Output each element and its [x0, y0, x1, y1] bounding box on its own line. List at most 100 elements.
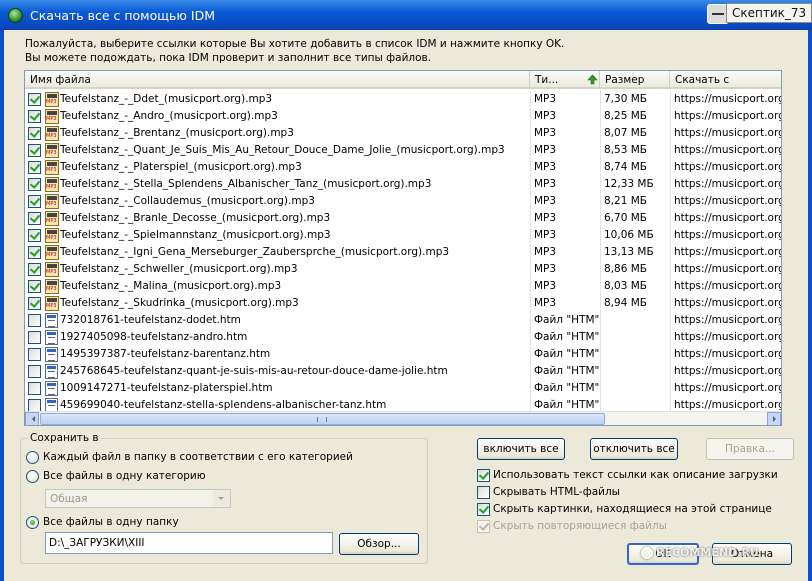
horizontal-scrollbar[interactable]: [25, 411, 781, 425]
file-name-cell: 1495397387-teufelstanz-barentanz.htm: [60, 348, 271, 360]
file-name-cell: Teufelstanz_-_Quant_Je_Suis_Mis_Au_Retou…: [60, 144, 505, 156]
edit-button[interactable]: Правка...: [706, 438, 794, 460]
column-header-url[interactable]: Скачать с: [670, 71, 781, 89]
option-use-link-text-label[interactable]: Использовать текст ссылки как описание з…: [493, 469, 778, 481]
table-row[interactable]: Teufelstanz_-_Skudrinka_(musicport.org).…: [25, 295, 781, 312]
table-row[interactable]: Teufelstanz_-_Andro_(musicport.org).mp3 M…: [25, 108, 781, 125]
table-row[interactable]: 1927405098-teufelstanz-andro.htm Файл "HT…: [25, 329, 781, 346]
row-checkbox[interactable]: [28, 263, 41, 276]
file-type-cell: MP3: [534, 161, 557, 173]
checkbox-use-link-text[interactable]: [477, 469, 490, 482]
row-checkbox[interactable]: [28, 331, 41, 344]
table-row[interactable]: Teufelstanz_-_Malina_(musicport.org).mp3…: [25, 278, 781, 295]
chevron-down-icon: [213, 490, 230, 507]
row-checkbox[interactable]: [28, 212, 41, 225]
row-checkbox[interactable]: [28, 246, 41, 259]
table-row[interactable]: Teufelstanz_-_Quant_Je_Suis_Mis_Au_Retou…: [25, 142, 781, 159]
file-url-cell: https://musicport.org: [674, 246, 781, 258]
row-checkbox[interactable]: [28, 365, 41, 378]
file-type-cell: MP3: [534, 127, 557, 139]
file-type-cell: MP3: [534, 178, 557, 190]
scroll-right-button[interactable]: [767, 412, 781, 425]
file-name-cell: 732018761-teufelstanz-dodet.htm: [60, 314, 241, 326]
table-row[interactable]: Teufelstanz_-_Ddet_(musicport.org).mp3 MP…: [25, 91, 781, 108]
file-size-cell: 6,70 МБ: [604, 212, 647, 224]
table-row[interactable]: 1009147271-teufelstanz-platerspiel.htm Фа…: [25, 380, 781, 397]
file-rows: Teufelstanz_-_Ddet_(musicport.org).mp3 MP…: [25, 91, 781, 413]
file-url-cell: https://musicport.org: [674, 110, 781, 122]
idm-app-icon: [8, 8, 23, 23]
file-size-cell: 8,25 МБ: [604, 110, 647, 122]
table-row[interactable]: Teufelstanz_-_Spielmannstanz_(musicport.…: [25, 227, 781, 244]
row-checkbox[interactable]: [28, 348, 41, 361]
mp3-file-icon: [45, 177, 59, 192]
option-hide-images-label[interactable]: Скрыть картинки, находящиеся на этой стр…: [493, 503, 772, 515]
mp3-file-icon: [45, 92, 59, 107]
table-row[interactable]: Teufelstanz_-_Collaudemus_(musicport.org…: [25, 193, 781, 210]
mp3-file-icon: [45, 296, 59, 311]
row-checkbox[interactable]: [28, 280, 41, 293]
file-type-cell: MP3: [534, 229, 557, 241]
file-url-cell: https://musicport.org: [674, 314, 781, 326]
file-name-cell: Teufelstanz_-_Spielmannstanz_(musicport.…: [60, 229, 331, 241]
mp3-file-icon: [45, 262, 59, 277]
row-checkbox[interactable]: [28, 178, 41, 191]
radio-by-category-label[interactable]: Каждый файл в папку в соответствии с его…: [43, 451, 353, 463]
file-url-cell: https://musicport.org: [674, 212, 781, 224]
folder-path-input[interactable]: D:\_ЗАГРУЗКИ\XIII: [45, 532, 333, 554]
radio-one-category[interactable]: [26, 470, 39, 483]
list-header: Имя файла Ти... Размер Скачать с: [25, 71, 781, 89]
radio-one-category-label[interactable]: Все файлы в одну категорию: [43, 470, 206, 482]
column-header-name[interactable]: Имя файла: [25, 71, 530, 89]
file-type-cell: MP3: [534, 110, 557, 122]
row-checkbox[interactable]: [28, 110, 41, 123]
file-name-cell: Teufelstanz_-_Igni_Gena_Merseburger_Zaub…: [60, 246, 450, 258]
file-size-cell: [604, 329, 674, 346]
file-url-cell: https://musicport.org: [674, 161, 781, 173]
file-type-cell: Файл "HTM": [534, 348, 600, 360]
row-checkbox[interactable]: [28, 382, 41, 395]
scroll-left-button[interactable]: [25, 412, 39, 425]
file-size-cell: 8,07 МБ: [604, 127, 647, 139]
row-checkbox[interactable]: [28, 93, 41, 106]
mp3-file-icon: [45, 160, 59, 175]
radio-by-category[interactable]: [26, 451, 39, 464]
file-size-cell: 10,06 МБ: [604, 229, 654, 241]
row-checkbox[interactable]: [28, 127, 41, 140]
mp3-file-icon: [45, 109, 59, 124]
radio-one-folder[interactable]: [26, 516, 39, 529]
option-hide-html-label[interactable]: Скрывать HTML-файлы: [493, 486, 620, 498]
table-row[interactable]: Teufelstanz_-_Stella_Splendens_Albanisch…: [25, 176, 781, 193]
table-row[interactable]: 1495397387-teufelstanz-barentanz.htm Файл…: [25, 346, 781, 363]
table-row[interactable]: 732018761-teufelstanz-dodet.htm Файл "HTM…: [25, 312, 781, 329]
file-url-cell: https://musicport.org: [674, 365, 781, 377]
row-checkbox[interactable]: [28, 229, 41, 242]
row-checkbox[interactable]: [28, 314, 41, 327]
file-list[interactable]: Имя файла Ти... Размер Скачать с Teufels…: [24, 70, 782, 426]
checkbox-hide-html[interactable]: [477, 486, 490, 499]
browse-button[interactable]: Обзор...: [339, 533, 419, 555]
select-all-button[interactable]: включить все: [477, 438, 565, 460]
table-row[interactable]: Teufelstanz_-_Branle_Decosse_(musicport.…: [25, 210, 781, 227]
column-header-size[interactable]: Размер: [600, 71, 670, 89]
file-size-cell: [604, 363, 674, 380]
mp3-file-icon: [45, 245, 59, 260]
row-checkbox[interactable]: [28, 297, 41, 310]
table-row[interactable]: Teufelstanz_-_Schweller_(musicport.org).…: [25, 261, 781, 278]
title-bar: Скачать все с помощью IDM Скептик_73: [0, 0, 812, 30]
row-checkbox[interactable]: [28, 144, 41, 157]
checkbox-hide-images[interactable]: [477, 503, 490, 516]
table-row[interactable]: Teufelstanz_-_Brentanz_(musicport.org).m…: [25, 125, 781, 142]
file-size-cell: [604, 380, 674, 397]
row-checkbox[interactable]: [28, 195, 41, 208]
scroll-thumb[interactable]: [40, 413, 605, 425]
radio-one-folder-label[interactable]: Все файлы в одну папку: [43, 516, 179, 528]
table-row[interactable]: 245768645-teufelstanz-quant-je-suis-mis-…: [25, 363, 781, 380]
table-row[interactable]: Teufelstanz_-_Igni_Gena_Merseburger_Zaub…: [25, 244, 781, 261]
file-name-cell: Teufelstanz_-_Skudrinka_(musicport.org).…: [60, 297, 299, 309]
table-row[interactable]: Teufelstanz_-_Platerspiel_(musicport.org…: [25, 159, 781, 176]
file-url-cell: https://musicport.org: [674, 263, 781, 275]
deselect-all-button[interactable]: отключить все: [590, 438, 678, 460]
htm-file-icon: [45, 313, 58, 328]
row-checkbox[interactable]: [28, 161, 41, 174]
